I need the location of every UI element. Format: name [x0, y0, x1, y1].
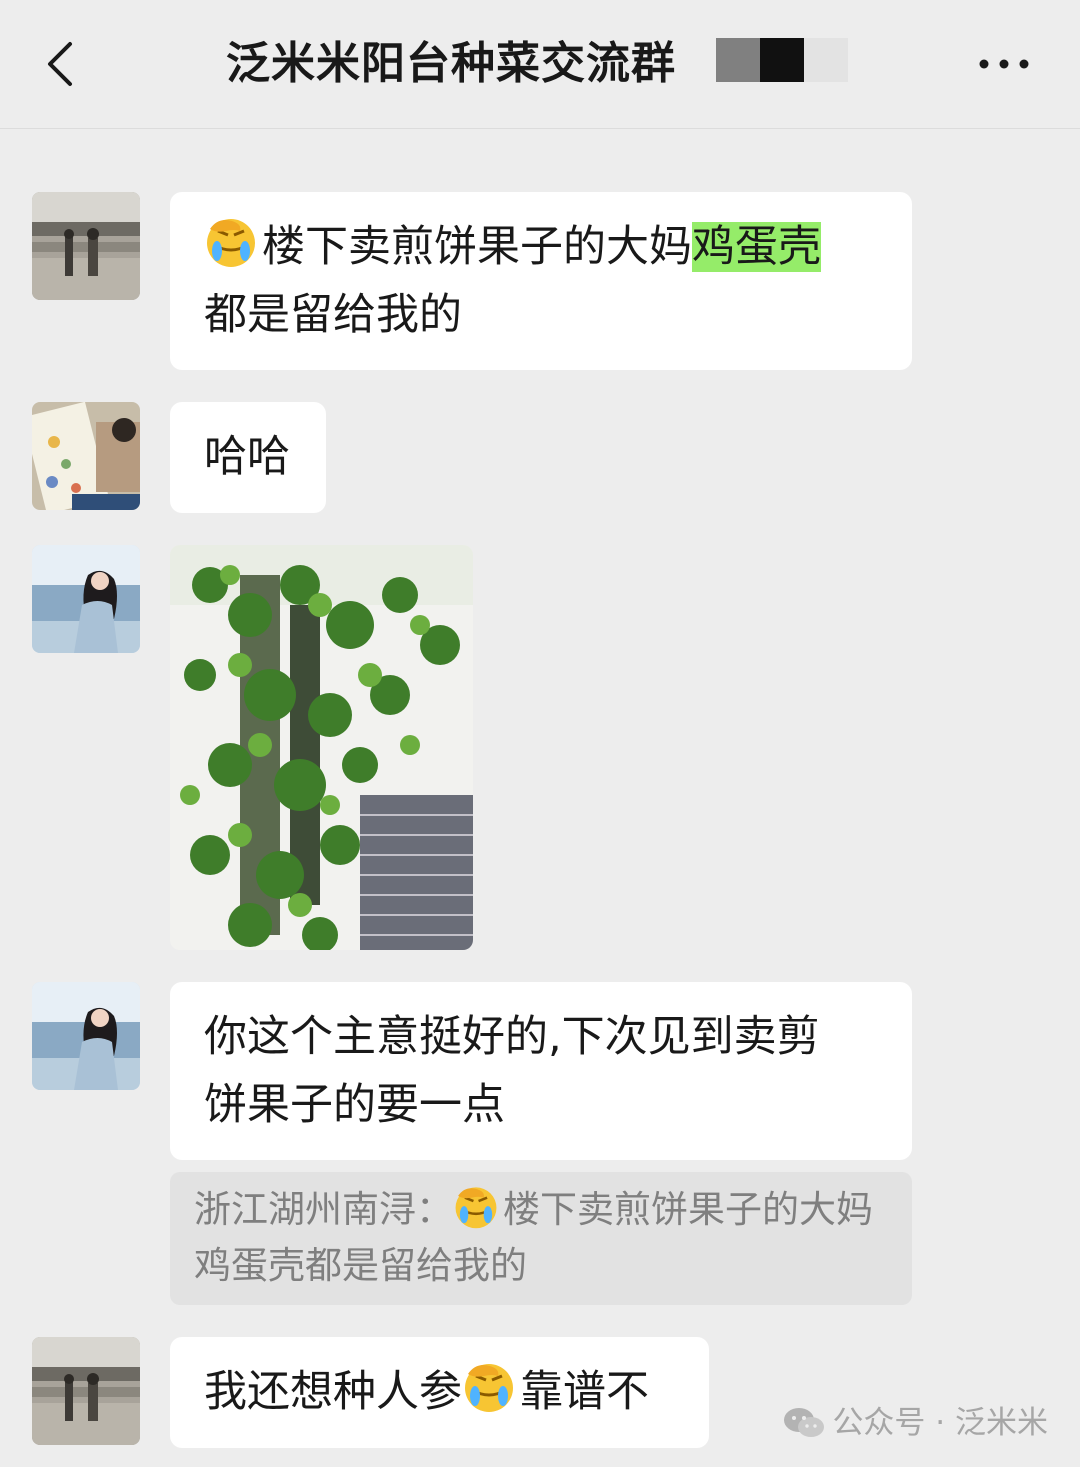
facepalm-crying-emoji: [453, 1184, 499, 1230]
avatar-mall[interactable]: [32, 192, 140, 300]
chat-header: 泛米米阳台种菜交流群: [0, 0, 1080, 129]
member-count-mask: [716, 38, 848, 82]
avatar-woman-sea[interactable]: [32, 982, 140, 1090]
facepalm-crying-emoji: [204, 215, 258, 269]
message-text: 哈哈: [204, 432, 290, 482]
chat-title: 泛米米阳台种菜交流群: [226, 38, 676, 89]
wechat-icon: [784, 1408, 825, 1437]
quote-text: 楼下卖煎饼果子的大妈: [503, 1188, 873, 1231]
message-text: 你这个主意挺好的,下次见到卖剪: [204, 1012, 820, 1062]
avatar-woman-sea[interactable]: [32, 545, 140, 653]
message-text: 我还想种人参: [204, 1367, 462, 1417]
more-dots-icon[interactable]: [976, 52, 1032, 76]
message-bubble[interactable]: 我还想种人参 靠谱不: [170, 1337, 709, 1448]
chevron-left-icon[interactable]: [38, 40, 86, 88]
avatar-book[interactable]: [32, 402, 140, 510]
message-text: 饼果子的要一点: [204, 1080, 505, 1130]
climbing-plant-photo[interactable]: [170, 545, 473, 950]
watermark-text: 公众号 · 泛米米: [832, 1405, 1048, 1441]
message-text: 都是留给我的: [204, 290, 462, 340]
facepalm-crying-emoji: [462, 1360, 516, 1414]
message-line: 楼下卖煎饼果子的大妈鸡蛋壳: [204, 213, 884, 281]
message-line: 我还想种人参 靠谱不: [204, 1358, 681, 1426]
quote-line: 浙江湖州南浔： 楼下卖煎饼果子的大妈: [194, 1182, 888, 1238]
quote-text: 鸡蛋壳都是留给我的: [194, 1244, 527, 1287]
avatar-mall[interactable]: [32, 1337, 140, 1445]
message-text: 楼下卖煎饼果子的大妈: [262, 222, 692, 272]
message-bubble[interactable]: 哈哈: [170, 402, 326, 513]
watermark: 公众号 · 泛米米: [782, 1398, 1048, 1448]
message-bubble[interactable]: 楼下卖煎饼果子的大妈鸡蛋壳 都是留给我的: [170, 192, 912, 370]
quote-author: 浙江湖州南浔：: [194, 1188, 453, 1231]
message-bubble[interactable]: 你这个主意挺好的,下次见到卖剪 饼果子的要一点: [170, 982, 912, 1160]
message-text: 靠谱不: [520, 1367, 649, 1417]
quoted-message[interactable]: 浙江湖州南浔： 楼下卖煎饼果子的大妈 鸡蛋壳都是留给我的: [170, 1172, 912, 1305]
highlighted-text: 鸡蛋壳: [692, 222, 821, 272]
